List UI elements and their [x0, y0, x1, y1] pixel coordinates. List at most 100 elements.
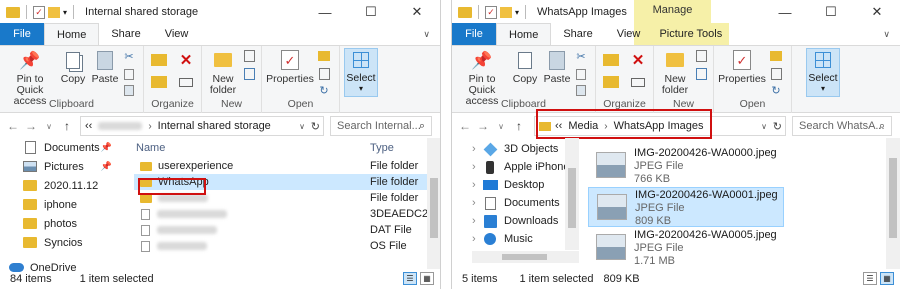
large-icons-view-icon[interactable]: ▦	[420, 272, 434, 285]
easy-access-icon[interactable]	[242, 67, 256, 81]
paste-shortcut-icon[interactable]	[574, 83, 588, 97]
column-header-type[interactable]: Type	[370, 142, 394, 154]
tab-file[interactable]: File	[452, 23, 496, 45]
nav-item-desktop[interactable]: › Desktop	[472, 176, 576, 194]
forward-arrow-icon[interactable]: →	[474, 119, 492, 133]
nav-vertical-scrollbar[interactable]	[565, 138, 579, 250]
chevron-down-icon[interactable]: ∨	[299, 122, 305, 131]
tab-share[interactable]: Share	[99, 23, 152, 45]
chevron-down-icon[interactable]: ▾	[515, 8, 519, 17]
close-button[interactable]: ✕	[394, 0, 440, 24]
file-tile[interactable]: IMG-20200426-WA0005.jpeg JPEG File 1.71 MB	[588, 228, 784, 268]
properties-check-icon[interactable]: ✓	[33, 5, 45, 19]
table-row[interactable]: userexperience File folder	[134, 158, 431, 174]
delete-icon[interactable]: ✕	[629, 52, 647, 69]
up-arrow-icon[interactable]: ↑	[510, 119, 528, 133]
cut-icon[interactable]: ✂	[574, 49, 588, 63]
expand-arrow-icon[interactable]: ›	[472, 179, 482, 191]
table-row[interactable]: DAT File	[134, 222, 431, 238]
nav-item-music[interactable]: › Music	[472, 230, 576, 248]
easy-access-icon[interactable]	[694, 67, 708, 81]
copy-path-icon[interactable]	[574, 67, 588, 81]
nav-item-3d-objects[interactable]: › 3D Objects	[472, 140, 576, 158]
new-item-icon[interactable]	[694, 49, 708, 63]
paste-button[interactable]: Paste	[542, 49, 572, 85]
properties-button[interactable]: ✓ Properties	[718, 49, 766, 85]
back-arrow-icon[interactable]: ←	[4, 119, 22, 133]
move-to-icon[interactable]	[602, 52, 620, 68]
open-icon[interactable]	[317, 49, 331, 63]
properties-check-icon[interactable]: ✓	[485, 5, 497, 19]
scrollbar-thumb[interactable]	[502, 254, 547, 260]
new-folder-button[interactable]: New folder	[206, 49, 240, 96]
up-arrow-icon[interactable]: ↑	[58, 119, 76, 133]
open-icon[interactable]	[769, 49, 783, 63]
expand-arrow-icon[interactable]: ›	[472, 197, 482, 209]
nav-item-downloads[interactable]: › Downloads	[472, 212, 576, 230]
chevron-down-icon[interactable]: ∨	[492, 122, 510, 131]
expand-arrow-icon[interactable]: ›	[472, 215, 482, 227]
expand-arrow-icon[interactable]: ›	[472, 143, 482, 155]
select-button[interactable]: Select ▾	[806, 48, 840, 97]
minimize-button[interactable]: —	[302, 0, 348, 24]
tab-home[interactable]: Home	[496, 23, 552, 45]
edit-icon[interactable]	[317, 67, 331, 81]
close-button[interactable]: ✕	[854, 0, 900, 24]
copy-path-icon[interactable]	[122, 67, 136, 81]
nav-horizontal-scrollbar[interactable]	[472, 251, 579, 263]
forward-arrow-icon[interactable]: →	[22, 119, 40, 133]
file-tile[interactable]: IMG-20200426-WA0000.jpeg JPEG File 766 KB	[588, 146, 784, 186]
vertical-scrollbar[interactable]	[427, 138, 440, 269]
history-icon[interactable]: ↻	[317, 83, 331, 97]
delete-icon[interactable]: ✕	[177, 52, 195, 69]
new-folder-button[interactable]: New folder	[658, 49, 692, 96]
minimize-button[interactable]: —	[762, 0, 808, 24]
new-folder-icon[interactable]	[48, 6, 60, 18]
paste-button[interactable]: Paste	[90, 49, 120, 85]
nav-item-documents[interactable]: Documents 📌	[0, 138, 118, 157]
tab-view[interactable]: View	[605, 23, 653, 45]
nav-item-documents[interactable]: › Documents	[472, 194, 576, 212]
scrollbar-thumb[interactable]	[889, 158, 897, 238]
tab-view[interactable]: View	[153, 23, 201, 45]
tab-home[interactable]: Home	[44, 23, 100, 45]
maximize-button[interactable]: ☐	[808, 0, 854, 24]
scrollbar-thumb[interactable]	[430, 178, 438, 238]
details-view-icon[interactable]: ☰	[863, 272, 877, 285]
expand-arrow-icon[interactable]: ›	[472, 233, 482, 245]
tab-file[interactable]: File	[0, 23, 44, 45]
copy-button[interactable]: Copy	[510, 49, 540, 85]
tab-share[interactable]: Share	[551, 23, 604, 45]
refresh-icon[interactable]: ↻	[311, 120, 320, 133]
edit-icon[interactable]	[769, 67, 783, 81]
nav-item-photos[interactable]: photos	[0, 214, 118, 233]
breadcrumb-internal-storage[interactable]: Internal shared storage	[158, 120, 271, 132]
expand-arrow-icon[interactable]: ›	[472, 161, 482, 173]
table-row[interactable]: 3DEAEDC284	[134, 206, 440, 222]
copy-to-icon[interactable]	[150, 74, 168, 90]
tab-picture-tools[interactable]: Picture Tools	[652, 23, 730, 45]
rename-icon[interactable]	[629, 74, 647, 90]
chevron-down-icon[interactable]: ▾	[63, 8, 67, 17]
table-row[interactable]: OS File	[134, 238, 431, 254]
maximize-button[interactable]: ☐	[348, 0, 394, 24]
vertical-scrollbar[interactable]	[886, 138, 900, 269]
chevron-down-icon[interactable]: ∨	[40, 122, 58, 131]
scrollbar-thumb[interactable]	[568, 168, 576, 228]
details-view-icon[interactable]: ☰	[403, 272, 417, 285]
cut-icon[interactable]: ✂	[122, 49, 136, 63]
chevron-down-icon[interactable]: ∨	[423, 29, 430, 40]
back-arrow-icon[interactable]: ←	[456, 119, 474, 133]
copy-to-icon[interactable]	[602, 74, 620, 90]
chevron-down-icon[interactable]: ∨	[761, 122, 767, 131]
nav-item-syncios[interactable]: Syncios	[0, 233, 118, 252]
nav-item-apple-iphone[interactable]: › Apple iPhone	[472, 158, 576, 176]
paste-shortcut-icon[interactable]	[122, 83, 136, 97]
chevron-down-icon[interactable]: ∨	[883, 29, 890, 40]
search-input[interactable]: Search Internal... ⌕	[330, 116, 432, 136]
nav-item-2020-11-12[interactable]: 2020.11.12	[0, 176, 118, 195]
nav-item-iphone[interactable]: iphone	[0, 195, 118, 214]
search-input[interactable]: Search WhatsA... ⌕	[792, 116, 892, 136]
column-header-name[interactable]: Name	[136, 142, 165, 154]
address-bar[interactable]: ‹‹ › Internal shared storage ∨ ↻	[80, 116, 324, 136]
